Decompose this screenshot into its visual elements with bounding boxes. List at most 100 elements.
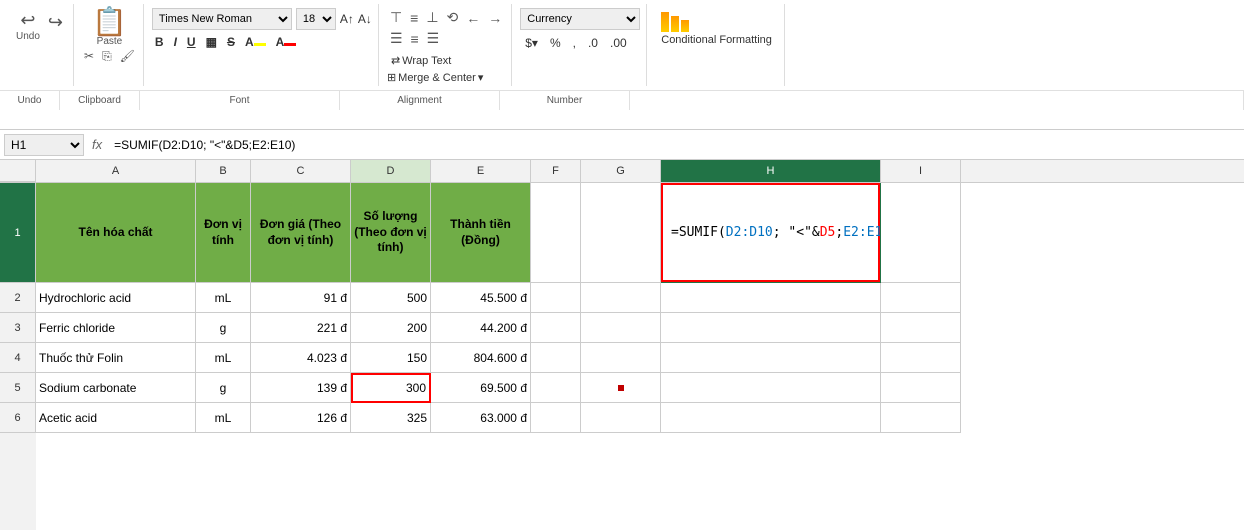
redo-button[interactable]: ↪ (44, 10, 67, 35)
col-header-i[interactable]: I (881, 160, 961, 182)
cell-g6[interactable] (581, 403, 661, 433)
font-color-button[interactable]: A (273, 34, 300, 50)
cell-b3[interactable]: g (196, 313, 251, 343)
italic-button[interactable]: I (171, 34, 180, 50)
cell-c5[interactable]: 139 đ (251, 373, 351, 403)
border-button[interactable]: ▦ (203, 34, 220, 50)
merge-center-button[interactable]: ⊞ Merge & Center ▾ (387, 71, 483, 84)
cell-f6[interactable] (531, 403, 581, 433)
cell-g1[interactable] (581, 183, 661, 283)
cell-g3[interactable] (581, 313, 661, 343)
format-painter-icon[interactable]: 🖌 (120, 49, 135, 64)
col-header-a[interactable]: A (36, 160, 196, 182)
number-format-select[interactable]: Currency (520, 8, 640, 30)
cell-i1[interactable] (881, 183, 961, 283)
comma-button[interactable]: , (568, 34, 581, 52)
cell-c4[interactable]: 4.023 đ (251, 343, 351, 373)
col-header-g[interactable]: G (581, 160, 661, 182)
cell-g5[interactable] (581, 373, 661, 403)
cell-a6[interactable]: Acetic acid (36, 403, 196, 433)
col-header-f[interactable]: F (531, 160, 581, 182)
col-header-e[interactable]: E (431, 160, 531, 182)
cell-i4[interactable] (881, 343, 961, 373)
cell-a1[interactable]: Tên hóa chất (36, 183, 196, 283)
font-family-select[interactable]: Times New Roman (152, 8, 292, 30)
text-orient-button[interactable]: ⟲ (444, 8, 462, 27)
paste-button[interactable]: 📋 Paste (92, 8, 127, 47)
cell-b2[interactable]: mL (196, 283, 251, 313)
cell-i3[interactable] (881, 313, 961, 343)
increase-decimal-button[interactable]: .00 (605, 34, 632, 52)
cell-f4[interactable] (531, 343, 581, 373)
cell-a5[interactable]: Sodium carbonate (36, 373, 196, 403)
align-top-button[interactable]: ⊤ (387, 8, 405, 27)
col-header-b[interactable]: B (196, 160, 251, 182)
percent-button[interactable]: % (545, 34, 566, 52)
font-size-select[interactable]: 18 (296, 8, 336, 30)
cell-f2[interactable] (531, 283, 581, 313)
cell-a4[interactable]: Thuốc thử Folin (36, 343, 196, 373)
formula-input[interactable] (110, 134, 1240, 156)
cell-d5[interactable]: 300 (351, 373, 431, 403)
cell-b6[interactable]: mL (196, 403, 251, 433)
col-header-d[interactable]: D (351, 160, 431, 182)
cut-icon[interactable]: ✂ (84, 49, 94, 64)
fill-color-button[interactable]: A (242, 34, 269, 50)
currency-button[interactable]: $▾ (520, 34, 543, 52)
cell-d4[interactable]: 150 (351, 343, 431, 373)
decrease-decimal-button[interactable]: .0 (583, 34, 603, 52)
underline-button[interactable]: U (184, 34, 199, 50)
cell-b4[interactable]: mL (196, 343, 251, 373)
cell-a2[interactable]: Hydrochloric acid (36, 283, 196, 313)
cell-d3[interactable]: 200 (351, 313, 431, 343)
row-header-1[interactable]: 1 (0, 183, 36, 283)
cell-c6[interactable]: 126 đ (251, 403, 351, 433)
bold-button[interactable]: B (152, 34, 167, 50)
indent-dec-button[interactable]: ← (463, 9, 483, 27)
col-header-c[interactable]: C (251, 160, 351, 182)
cell-e6[interactable]: 63.000 đ (431, 403, 531, 433)
cell-i2[interactable] (881, 283, 961, 313)
undo-button[interactable]: ↩ Undo (12, 8, 44, 44)
cell-e3[interactable]: 44.200 đ (431, 313, 531, 343)
row-header-4[interactable]: 4 (0, 343, 36, 373)
cell-g2[interactable] (581, 283, 661, 313)
row-header-2[interactable]: 2 (0, 283, 36, 313)
cell-a3[interactable]: Ferric chloride (36, 313, 196, 343)
cell-h5[interactable] (661, 373, 881, 403)
cell-c2[interactable]: 91 đ (251, 283, 351, 313)
cell-i6[interactable] (881, 403, 961, 433)
row-header-5[interactable]: 5 (0, 373, 36, 403)
cell-b5[interactable]: g (196, 373, 251, 403)
strikethrough-button[interactable]: S (224, 34, 238, 50)
align-middle-button[interactable]: ≡ (407, 9, 421, 27)
cell-f3[interactable] (531, 313, 581, 343)
increase-font-button[interactable]: A↑ (340, 12, 354, 26)
cell-d1[interactable]: Số lượng (Theo đơn vị tính) (351, 183, 431, 283)
cell-h3[interactable] (661, 313, 881, 343)
align-center-button[interactable]: ≡ (408, 30, 422, 48)
cell-g4[interactable] (581, 343, 661, 373)
cell-d2[interactable]: 500 (351, 283, 431, 313)
align-bottom-button[interactable]: ⊥ (423, 8, 441, 27)
row-header-3[interactable]: 3 (0, 313, 36, 343)
copy-icon[interactable]: ⎘ (102, 49, 112, 64)
cell-e4[interactable]: 804.600 đ (431, 343, 531, 373)
row-header-6[interactable]: 6 (0, 403, 36, 433)
align-left-button[interactable]: ☰ (387, 29, 406, 48)
cell-e1[interactable]: Thành tiền (Đồng) (431, 183, 531, 283)
cell-h2[interactable] (661, 283, 881, 313)
cell-h1[interactable]: =SUMIF(D2:D10; "<"&D5;E2:E10) (661, 183, 881, 283)
cell-i5[interactable] (881, 373, 961, 403)
indent-inc-button[interactable]: → (485, 9, 505, 27)
cell-e5[interactable]: 69.500 đ (431, 373, 531, 403)
cell-reference-select[interactable]: H1 (4, 134, 84, 156)
cell-c3[interactable]: 221 đ (251, 313, 351, 343)
cell-h4[interactable] (661, 343, 881, 373)
align-right-button[interactable]: ☰ (424, 29, 443, 48)
wrap-text-button[interactable]: ⇄ Wrap Text (387, 52, 455, 69)
conditional-formatting-button[interactable]: Conditional Formatting (657, 8, 776, 50)
col-header-h[interactable]: H (661, 160, 881, 182)
cell-d6[interactable]: 325 (351, 403, 431, 433)
cell-h6[interactable] (661, 403, 881, 433)
